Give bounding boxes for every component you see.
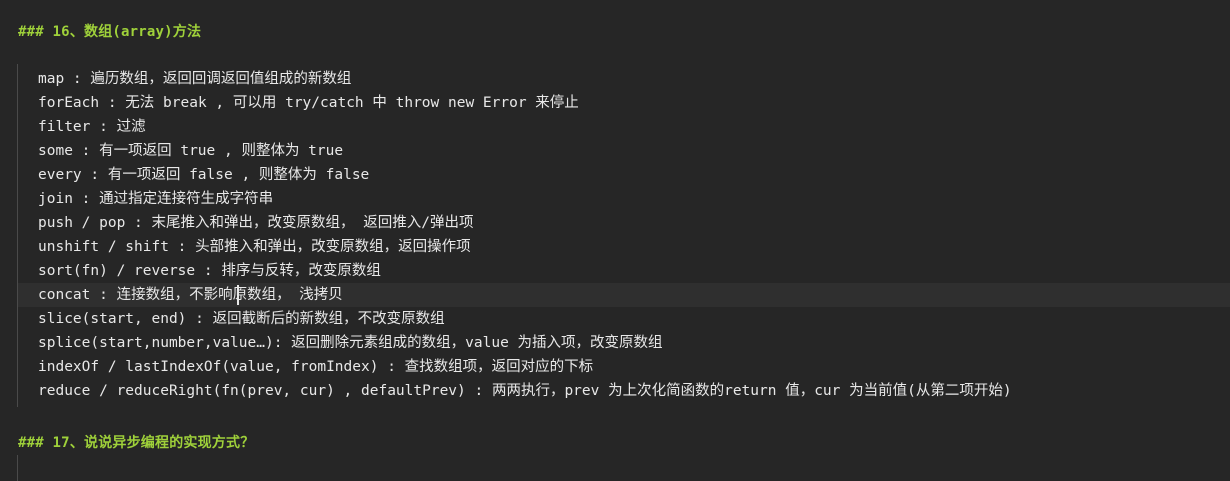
heading-text: 16、数组(array)方法	[52, 24, 202, 40]
code-line[interactable]: splice(start,number,value…): 返回删除元素组成的数组…	[18, 331, 1230, 355]
editor-area[interactable]: ### 16、数组(array)方法 map : 遍历数组，返回回调返回值组成的…	[0, 0, 1230, 481]
text-cursor	[237, 285, 239, 305]
code-line[interactable]: push / pop : 末尾推入和弹出，改变原数组， 返回推入/弹出项	[18, 211, 1230, 235]
code-line[interactable]: indexOf / lastIndexOf(value, fromIndex) …	[18, 355, 1230, 379]
code-line[interactable]: join : 通过指定连接符生成字符串	[18, 187, 1230, 211]
code-line-active[interactable]: concat : 连接数组，不影响原数组， 浅拷贝	[18, 283, 1230, 307]
code-line[interactable]: reduce / reduceRight(fn(prev, cur) , def…	[18, 379, 1230, 403]
heading-hash: ###	[18, 435, 44, 451]
heading-text: 17、说说异步编程的实现方式？	[52, 435, 255, 451]
code-line[interactable]: sort(fn) / reverse : 排序与反转，改变原数组	[18, 259, 1230, 283]
heading-hash: ###	[18, 24, 44, 40]
code-block-array-methods[interactable]: map : 遍历数组，返回回调返回值组成的新数组 forEach : 无法 br…	[17, 64, 1230, 407]
code-line[interactable]: filter : 过滤	[18, 115, 1230, 139]
code-block-async[interactable]	[17, 455, 1230, 481]
code-line[interactable]: slice(start, end) : 返回截断后的新数组，不改变原数组	[18, 307, 1230, 331]
code-line[interactable]: forEach : 无法 break , 可以用 try/catch 中 thr…	[18, 91, 1230, 115]
code-line[interactable]: map : 遍历数组，返回回调返回值组成的新数组	[18, 67, 1230, 91]
section-heading-16: ### 16、数组(array)方法	[18, 21, 201, 41]
code-line[interactable]: unshift / shift : 头部推入和弹出，改变原数组，返回操作项	[18, 235, 1230, 259]
code-line[interactable]: every : 有一项返回 false , 则整体为 false	[18, 163, 1230, 187]
section-heading-17: ### 17、说说异步编程的实现方式？	[18, 432, 254, 452]
code-line[interactable]: some : 有一项返回 true , 则整体为 true	[18, 139, 1230, 163]
